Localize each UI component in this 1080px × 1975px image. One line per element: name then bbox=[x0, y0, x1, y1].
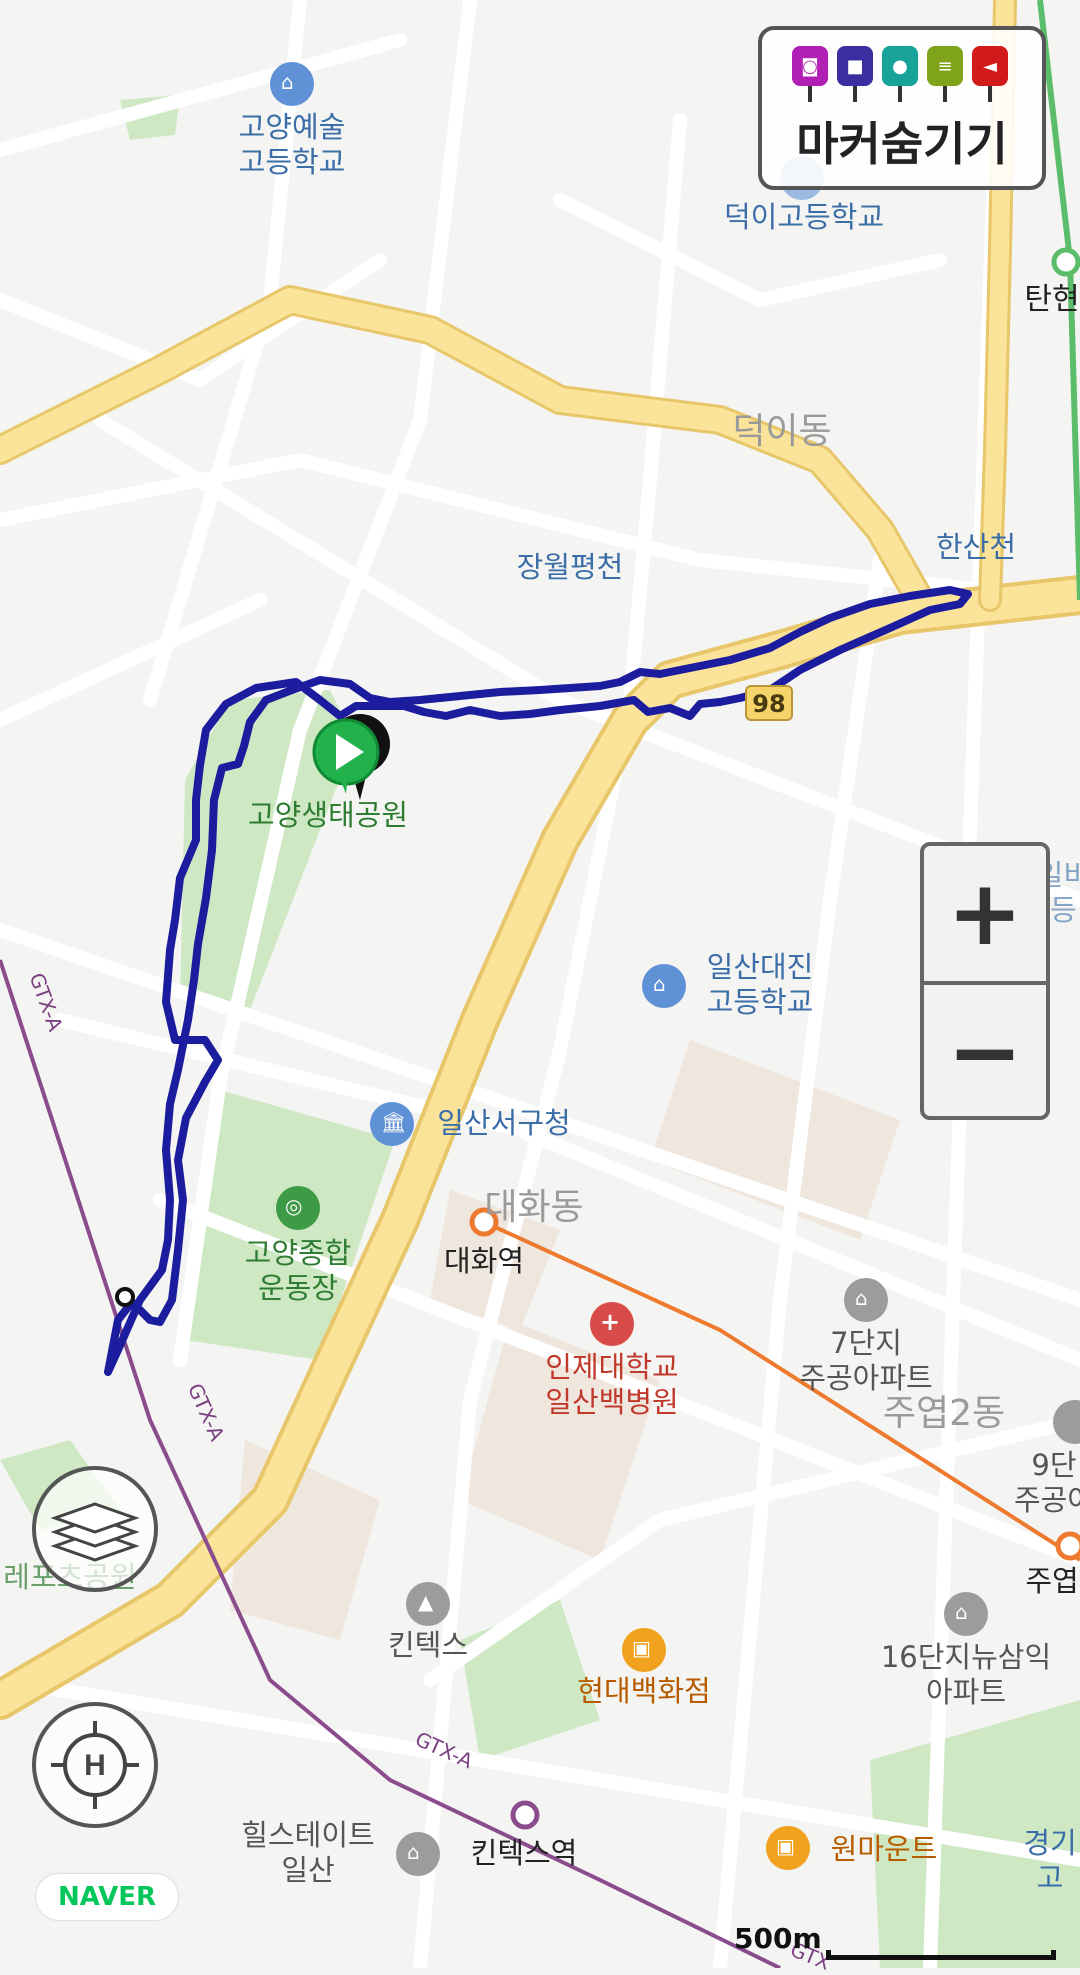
kintex-station-marker[interactable] bbox=[510, 1800, 540, 1830]
label-daehwa-dong: 대화동 bbox=[484, 1187, 584, 1228]
zoom-control: + − bbox=[920, 842, 1050, 1120]
apartment-icon: ⌂ bbox=[407, 1840, 420, 1864]
label-juyeop[interactable]: 주엽 bbox=[1025, 1564, 1078, 1599]
label-hansancheon[interactable]: 한산천 bbox=[936, 530, 1016, 565]
label-tanhyeon[interactable]: 탄현 bbox=[1024, 282, 1079, 318]
label-inje-hospital[interactable]: 인제대학교 일산백병원 bbox=[545, 1350, 678, 1420]
marker-hide-button[interactable]: ◙ ■ ● ≡ ◄ 마커숨기기 bbox=[758, 26, 1046, 190]
label-juyeop2-dong: 주엽2동 bbox=[882, 1393, 1006, 1434]
zoom-in-button[interactable]: + bbox=[924, 846, 1046, 981]
note-icon: ≡ bbox=[927, 46, 963, 102]
label-goyang-arts-hs[interactable]: 고양예술 고등학교 bbox=[239, 110, 346, 180]
scale-ruler bbox=[826, 1950, 1056, 1960]
video-icon: ■ bbox=[837, 46, 873, 102]
label-road-98: 98 bbox=[752, 690, 786, 718]
marker-type-icons: ◙ ■ ● ≡ ◄ bbox=[792, 46, 1008, 102]
government-office-icon: 🏛 bbox=[381, 1110, 407, 1134]
camera-icon: ◙ bbox=[792, 46, 828, 102]
scale-label: 500m bbox=[734, 1922, 822, 1955]
route-end-marker[interactable] bbox=[115, 1287, 135, 1307]
apartment-icon: ⌂ bbox=[855, 1286, 868, 1310]
stadium-icon: ◎ bbox=[285, 1194, 303, 1218]
marker-hide-label: 마커숨기기 bbox=[796, 117, 1008, 171]
building-icon: ▲ bbox=[418, 1590, 434, 1614]
label-onemount[interactable]: 원마운트 bbox=[831, 1832, 938, 1867]
label-apt-16[interactable]: 16단지뉴삼익 아파트 bbox=[881, 1640, 1051, 1710]
hospital-icon: + bbox=[600, 1308, 621, 1336]
shopping-bag-icon: ▣ bbox=[776, 1834, 795, 1858]
label-ilsanseo-office[interactable]: 일산서구청 bbox=[437, 1106, 570, 1141]
school-icon: ⌂ bbox=[653, 972, 666, 996]
zoom-out-button[interactable]: − bbox=[924, 981, 1046, 1116]
label-sports-complex[interactable]: 고양종합 운동장 bbox=[245, 1236, 352, 1306]
label-eco-park[interactable]: 고양생태공원 bbox=[248, 798, 408, 833]
label-apt-9[interactable]: 9단 주공아 bbox=[1014, 1448, 1080, 1518]
flag-icon: ◄ bbox=[972, 46, 1008, 102]
label-hillstate[interactable]: 힐스테이트 일산 bbox=[241, 1818, 374, 1888]
svg-text:H: H bbox=[84, 1749, 106, 1782]
current-location-button[interactable]: H bbox=[32, 1702, 158, 1828]
layers-icon bbox=[50, 1502, 140, 1562]
shopping-bag-icon: ▣ bbox=[632, 1636, 651, 1660]
label-jangwol-stream[interactable]: 장월평천 bbox=[517, 550, 624, 585]
label-gyeonggi[interactable]: 경기 고 bbox=[1023, 1826, 1076, 1896]
label-apt-7[interactable]: 7단지 주공아파트 bbox=[799, 1326, 932, 1396]
naver-logo: NAVER bbox=[36, 1874, 178, 1920]
school-icon: ⌂ bbox=[281, 70, 294, 94]
microphone-icon: ● bbox=[882, 46, 918, 102]
layers-button[interactable] bbox=[32, 1466, 158, 1592]
label-daejin-hs[interactable]: 일산대진 고등학교 bbox=[707, 950, 814, 1020]
label-kintex[interactable]: 킨텍스 bbox=[388, 1628, 468, 1663]
label-kintex-station[interactable]: 킨텍스역 bbox=[471, 1836, 578, 1871]
label-hyundai-dept[interactable]: 현대백화점 bbox=[577, 1674, 710, 1709]
label-daehwa-station[interactable]: 대화역 bbox=[444, 1244, 524, 1279]
juyeop-station-marker[interactable] bbox=[1055, 1531, 1080, 1561]
scale-bar: 500m bbox=[734, 1922, 1064, 1962]
apartment-icon: ⌂ bbox=[955, 1600, 968, 1624]
label-deogi-dong: 덕이동 bbox=[732, 411, 832, 452]
label-deogi-hs[interactable]: 덕이고등학교 bbox=[724, 200, 884, 235]
crosshair-h-icon: H bbox=[51, 1721, 139, 1809]
